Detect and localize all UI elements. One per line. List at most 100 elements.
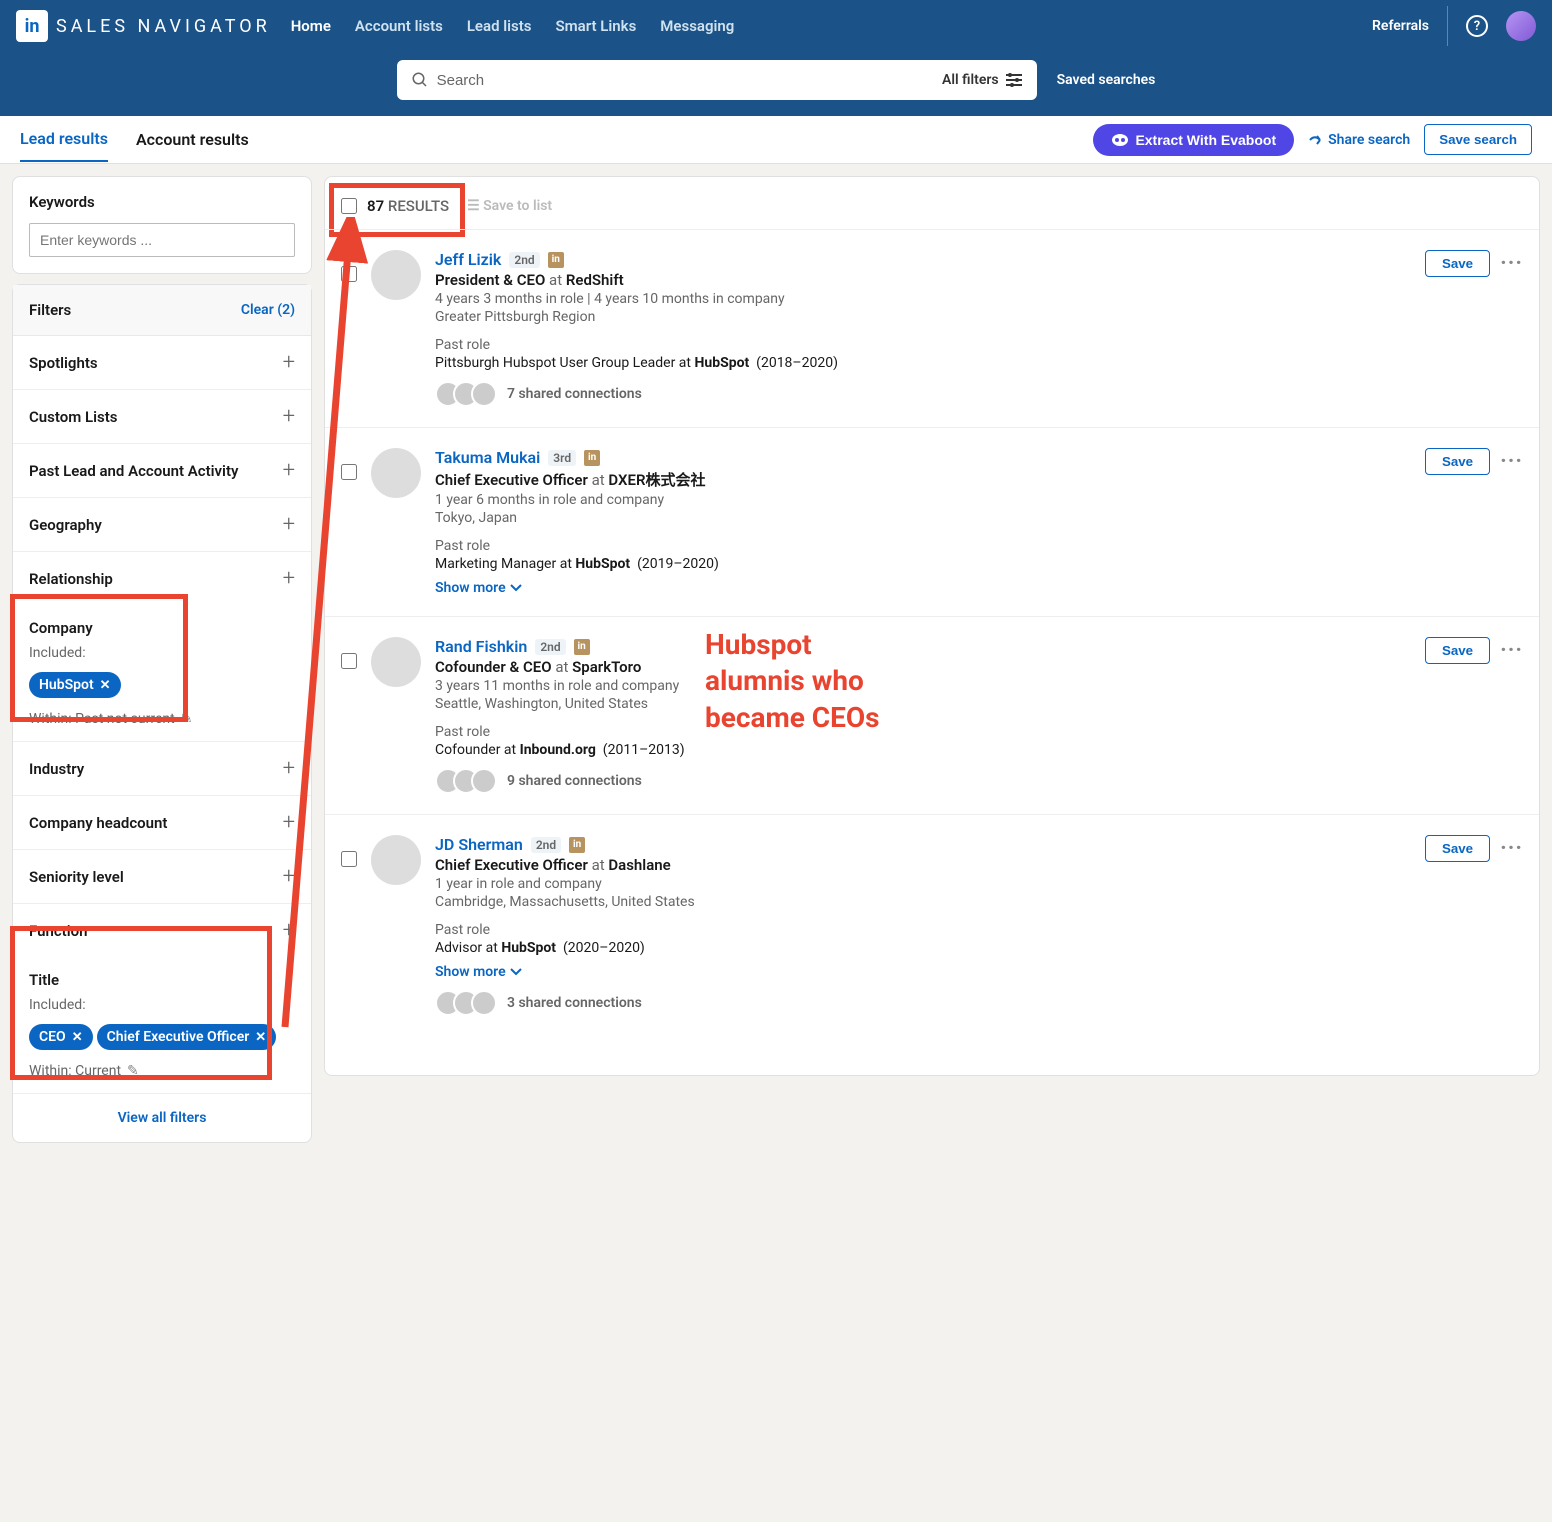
connections-row: 9 shared connections [435, 768, 1523, 794]
result-checkbox[interactable] [341, 464, 357, 480]
show-more-link[interactable]: Show more [435, 964, 522, 980]
evaboot-icon [1111, 133, 1129, 147]
filters-card: Filters Clear (2) Spotlights+Custom List… [12, 284, 312, 1143]
tab-lead-results[interactable]: Lead results [20, 117, 108, 162]
result-avatar[interactable] [371, 835, 421, 885]
filter-item-label: Custom Lists [29, 408, 117, 426]
included-label: Included: [29, 645, 295, 661]
past-role-line: Marketing Manager at HubSpot (2019–2020) [435, 556, 1523, 572]
keywords-heading: Keywords [29, 193, 295, 211]
save-button[interactable]: Save [1425, 448, 1490, 475]
mini-avatar [471, 381, 497, 407]
filter-item[interactable]: Industry+ [13, 742, 311, 796]
nav-smart-links[interactable]: Smart Links [556, 17, 637, 35]
result-avatar[interactable] [371, 637, 421, 687]
included-label: Included: [29, 997, 295, 1013]
plus-icon: + [283, 918, 295, 943]
select-all-checkbox[interactable] [341, 198, 357, 214]
result-avatar[interactable] [371, 448, 421, 498]
degree-badge: 2nd [535, 639, 565, 655]
filter-item[interactable]: Past Lead and Account Activity+ [13, 444, 311, 498]
result-location: Tokyo, Japan [435, 510, 1523, 526]
result-checkbox[interactable] [341, 653, 357, 669]
filter-title-label: Title [29, 971, 295, 989]
nav-referrals[interactable]: Referrals [1372, 18, 1429, 34]
more-icon[interactable]: ··· [1500, 251, 1523, 276]
result-name[interactable]: JD Sherman [435, 835, 523, 854]
result-name[interactable]: Takuma Mukai [435, 448, 540, 467]
nav-lead-lists[interactable]: Lead lists [467, 17, 532, 35]
saved-searches-link[interactable]: Saved searches [1057, 72, 1156, 88]
edit-icon[interactable]: ✎ [127, 1063, 139, 1079]
save-search-button[interactable]: Save search [1424, 124, 1532, 155]
clear-filters-link[interactable]: Clear (2) [241, 302, 295, 318]
results-panel: 87 RESULTS ☰ Save to list Jeff Lizik 2nd i… [324, 176, 1540, 1076]
filter-item[interactable]: Geography+ [13, 498, 311, 552]
search-box: All filters [397, 60, 1037, 100]
chip[interactable]: Chief Executive Officer ✕ [97, 1024, 277, 1050]
connections-row: 7 shared connections [435, 381, 1523, 407]
chip-text: HubSpot [39, 677, 94, 693]
chip-remove-icon[interactable]: ✕ [255, 1030, 266, 1045]
plus-icon: + [283, 810, 295, 835]
edit-icon[interactable]: ✎ [181, 711, 193, 727]
save-button[interactable]: Save [1425, 250, 1490, 277]
plus-icon: + [283, 350, 295, 375]
filter-item[interactable]: Function + [13, 904, 311, 957]
result-checkbox[interactable] [341, 851, 357, 867]
view-all-filters[interactable]: View all filters [13, 1094, 311, 1142]
filter-item-label: Function [29, 922, 87, 940]
chip-hubspot[interactable]: HubSpot ✕ [29, 672, 121, 698]
linkedin-logo[interactable]: in [16, 10, 48, 42]
nav-account-lists[interactable]: Account lists [355, 17, 443, 35]
divider [1447, 6, 1448, 46]
result-tenure: 1 year in role and company [435, 876, 1523, 892]
filter-item[interactable]: Custom Lists + [13, 390, 311, 444]
filter-item-label: Company headcount [29, 814, 167, 832]
show-more-link[interactable]: Show more [435, 580, 522, 596]
search-input[interactable] [437, 72, 942, 89]
more-icon[interactable]: ··· [1500, 449, 1523, 474]
result-checkbox[interactable] [341, 266, 357, 282]
result-avatar[interactable] [371, 250, 421, 300]
extract-label: Extract With Evaboot [1135, 132, 1276, 148]
plus-icon: + [283, 566, 295, 591]
filter-item[interactable]: Company headcount + [13, 796, 311, 850]
degree-badge: 2nd [509, 252, 539, 268]
linkedin-badge-icon: in [548, 252, 564, 268]
nav-messaging[interactable]: Messaging [660, 17, 734, 35]
save-to-list[interactable]: ☰ Save to list [467, 198, 552, 214]
keywords-input[interactable] [29, 223, 295, 257]
mini-avatar [471, 768, 497, 794]
chip-remove-icon[interactable]: ✕ [72, 1030, 83, 1045]
chip-text: Chief Executive Officer [107, 1029, 250, 1045]
chip-text: CEO [39, 1029, 66, 1045]
result-name[interactable]: Jeff Lizik [435, 250, 501, 269]
chip[interactable]: CEO ✕ [29, 1024, 93, 1050]
nav-home[interactable]: Home [291, 17, 331, 35]
extract-evaboot-button[interactable]: Extract With Evaboot [1093, 124, 1294, 156]
degree-badge: 2nd [531, 837, 561, 853]
share-search-link[interactable]: Share search [1308, 132, 1410, 148]
user-avatar[interactable] [1506, 11, 1536, 41]
chip-remove-icon[interactable]: ✕ [100, 678, 111, 693]
tab-account-results[interactable]: Account results [136, 118, 249, 161]
result-name[interactable]: Rand Fishkin [435, 637, 527, 656]
more-icon[interactable]: ··· [1500, 638, 1523, 663]
filter-item[interactable]: Relationship+ [13, 552, 311, 605]
results-header: 87 RESULTS ☰ Save to list [325, 183, 1539, 229]
result-row: JD Sherman2ndinChief Executive Officer a… [325, 814, 1539, 1036]
plus-icon: + [283, 404, 295, 429]
connections-text: 3 shared connections [507, 995, 642, 1011]
share-icon [1308, 133, 1324, 147]
save-button[interactable]: Save [1425, 637, 1490, 664]
filter-item[interactable]: Seniority level+ [13, 850, 311, 904]
filter-item[interactable]: Spotlights+ [13, 336, 311, 390]
save-button[interactable]: Save [1425, 835, 1490, 862]
result-location: Cambridge, Massachusetts, United States [435, 894, 1523, 910]
all-filters-button[interactable]: All filters [942, 72, 1023, 88]
result-location: Greater Pittsburgh Region [435, 309, 1523, 325]
more-icon[interactable]: ··· [1500, 836, 1523, 861]
filter-item-label: Geography [29, 516, 102, 534]
help-icon[interactable]: ? [1466, 15, 1488, 37]
